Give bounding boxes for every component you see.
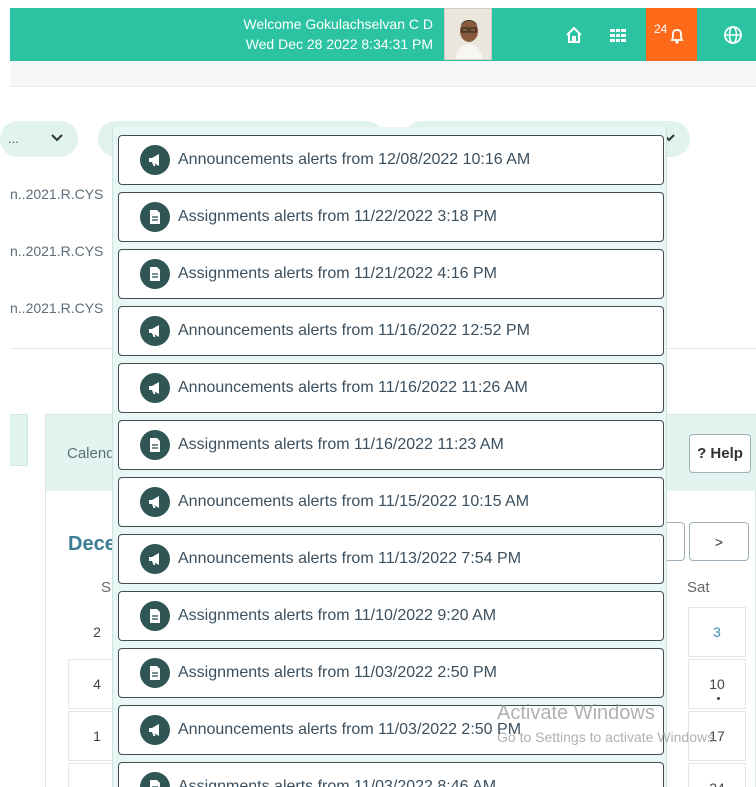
calendar-day-number: 10 [709,676,725,692]
chevron-down-icon [51,134,63,142]
notification-text: Assignments alerts from 11/03/2022 2:50 … [178,664,497,681]
sub-header-bar [10,61,756,87]
megaphone-icon [140,715,170,745]
megaphone-icon [140,544,170,574]
globe-icon [724,25,742,44]
home-icon [566,26,582,43]
notification-text: Assignments alerts from 11/03/2022 8:46 … [178,778,497,787]
notification-text: Announcements alerts from 11/16/2022 11:… [178,379,528,396]
notification-item[interactable]: Assignments alerts from 11/22/2022 3:18 … [118,192,664,242]
notification-item[interactable]: Assignments alerts from 11/10/2022 9:20 … [118,591,664,641]
notification-text: Announcements alerts from 11/03/2022 2:5… [178,721,522,738]
notification-item[interactable]: Announcements alerts from 11/16/2022 11:… [118,363,664,413]
document-icon [140,601,170,631]
megaphone-icon [140,316,170,346]
notification-text: Announcements alerts from 12/08/2022 10:… [178,151,531,168]
course-item[interactable]: n..2021.R.CYS [10,300,103,316]
event-dot [717,697,720,700]
notification-item[interactable]: Assignments alerts from 11/03/2022 2:50 … [118,648,664,698]
notification-text: Assignments alerts from 11/16/2022 11:23… [178,436,504,453]
document-icon [140,202,170,232]
calendar-day[interactable]: 3 [688,607,746,657]
notification-item[interactable]: Announcements alerts from 11/13/2022 7:5… [118,534,664,584]
notification-text: Assignments alerts from 11/22/2022 3:18 … [178,208,497,225]
notification-text: Assignments alerts from 11/10/2022 9:20 … [178,607,497,624]
filter-1-text: ... [8,131,19,146]
day-of-week-sat: Sat [687,579,710,596]
document-icon [140,772,170,787]
notification-text: Announcements alerts from 11/16/2022 12:… [178,322,530,339]
document-icon [140,259,170,289]
calendar-day-with-event[interactable]: 10 [688,659,746,709]
megaphone-icon [140,487,170,517]
notification-item[interactable]: Announcements alerts from 12/08/2022 10:… [118,135,664,185]
notification-item[interactable]: Assignments alerts from 11/03/2022 8:46 … [118,762,664,787]
notifications-dropdown: Announcements alerts from 12/08/2022 10:… [112,127,667,787]
notification-text: Announcements alerts from 11/13/2022 7:5… [178,550,522,567]
notification-item[interactable]: Announcements alerts from 11/16/2022 12:… [118,306,664,356]
calendar-day[interactable]: 24 [688,763,746,787]
left-card [10,414,28,466]
course-item[interactable]: n..2021.R.CYS [10,243,103,259]
document-icon [140,658,170,688]
bell-icon [670,28,683,44]
apps-grid-icon [610,28,626,42]
user-avatar[interactable] [444,8,492,60]
filter-dropdown-1[interactable]: ... [0,121,78,157]
help-button[interactable]: ? Help [689,434,751,473]
notification-text: Assignments alerts from 11/21/2022 4:16 … [178,265,497,282]
next-month-button[interactable]: > [689,522,749,561]
current-datetime: Wed Dec 28 2022 8:34:31 PM [245,36,433,52]
notification-item[interactable]: Assignments alerts from 11/21/2022 4:16 … [118,249,664,299]
notifications-button[interactable]: 24 [646,8,697,61]
course-item[interactable]: n..2021.R.CYS [10,186,103,202]
welcome-block: Welcome Gokulachselvan C D Wed Dec 28 20… [10,14,433,54]
avatar-photo [445,9,491,59]
welcome-text: Welcome Gokulachselvan C D [243,16,433,32]
notification-item[interactable]: Announcements alerts from 11/03/2022 2:5… [118,705,664,755]
top-strip [0,0,756,8]
home-button[interactable] [554,8,594,61]
notification-item[interactable]: Announcements alerts from 11/15/2022 10:… [118,477,664,527]
calendar-day[interactable]: 17 [688,711,746,761]
apps-button[interactable] [598,8,638,61]
top-header: Welcome Gokulachselvan C D Wed Dec 28 20… [10,8,756,61]
notification-count-badge: 24 [654,22,668,36]
document-icon [140,430,170,460]
notification-item[interactable]: Assignments alerts from 11/16/2022 11:23… [118,420,664,470]
notification-text: Announcements alerts from 11/15/2022 10:… [178,493,530,510]
megaphone-icon [140,145,170,175]
language-button[interactable] [713,8,753,61]
megaphone-icon [140,373,170,403]
